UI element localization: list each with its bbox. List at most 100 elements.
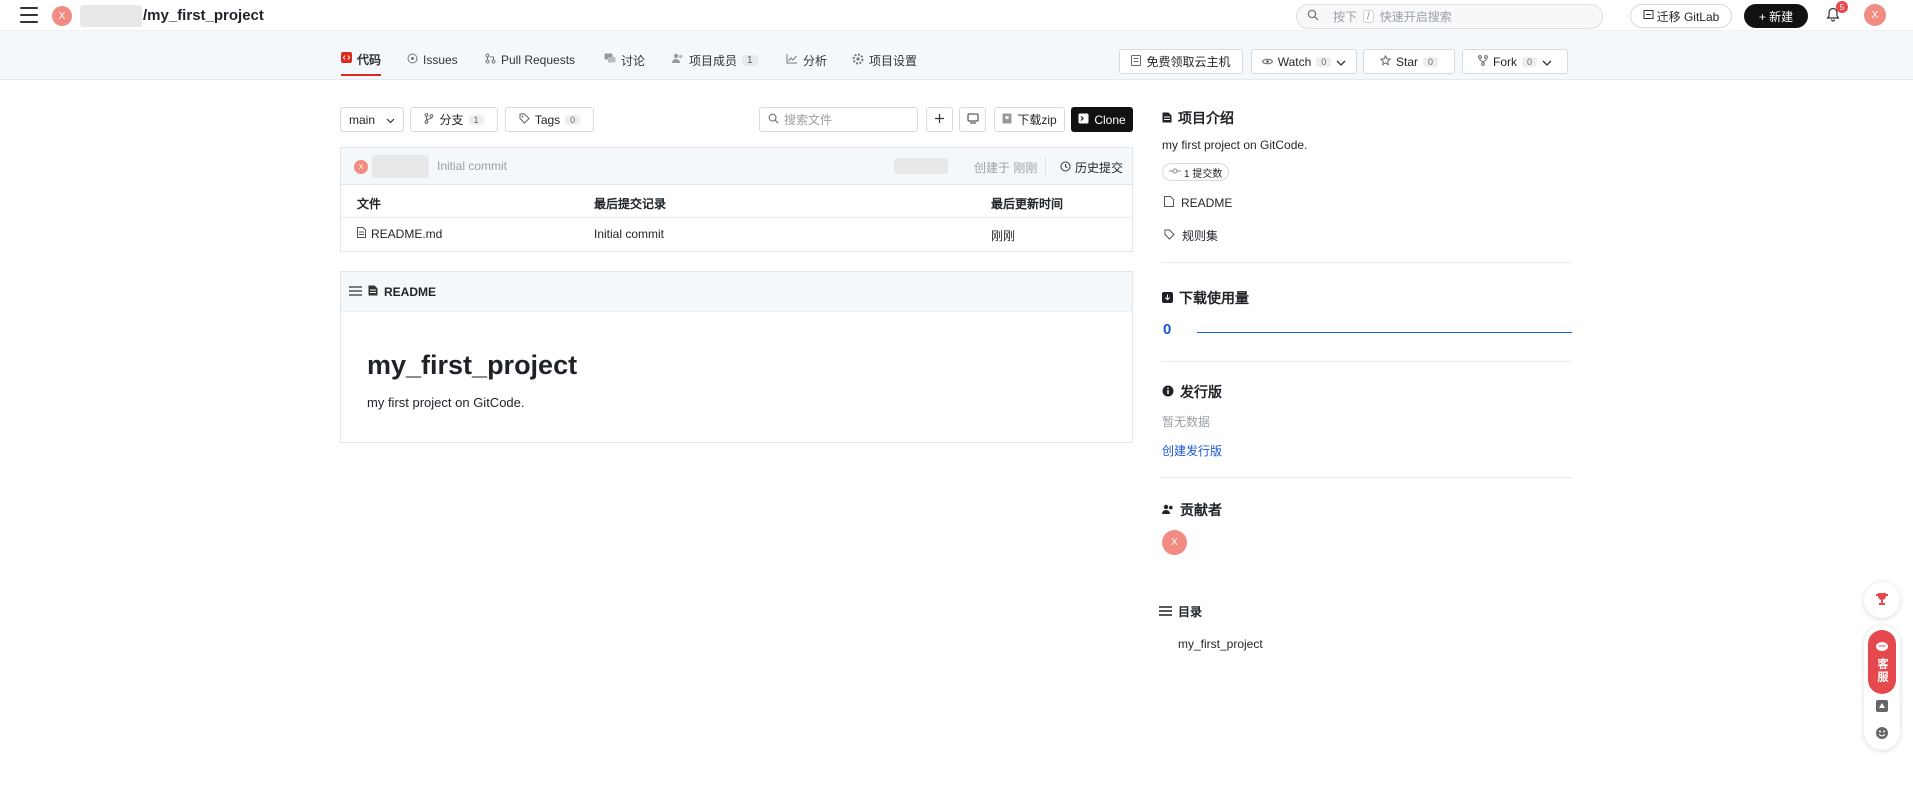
tags-count: 0 — [565, 114, 581, 125]
tab-label: 分析 — [803, 53, 828, 68]
chevron-down-icon[interactable] — [1336, 55, 1346, 69]
project-name[interactable]: /my_first_project — [143, 7, 264, 24]
cloud-label: 免费领取云主机 — [1146, 55, 1231, 69]
global-search[interactable]: 按下 / 快速开启搜索 — [1296, 4, 1603, 29]
latest-commit-bar: X Initial commit 创建于 刚刚 历史提交 — [340, 147, 1133, 185]
intro-title-text: 项目介绍 — [1178, 110, 1234, 126]
watch-label: Watch — [1277, 54, 1312, 69]
commit-icon — [1169, 167, 1181, 178]
committer-avatar[interactable]: X — [354, 160, 368, 174]
new-button[interactable]: + 新建 — [1744, 4, 1808, 28]
readme-link[interactable]: README — [1164, 196, 1232, 210]
toc-item[interactable]: my_first_project — [1178, 637, 1263, 651]
file-commit-message[interactable]: Initial commit — [594, 227, 664, 241]
chart-icon — [786, 53, 798, 67]
star-button[interactable]: Star 0 — [1363, 49, 1455, 74]
trophy-widget[interactable] — [1864, 582, 1900, 618]
create-release-link[interactable]: 创建发行版 — [1162, 442, 1222, 459]
branch-icon — [424, 112, 434, 127]
tab-label: 项目设置 — [869, 53, 918, 68]
watch-count: 0 — [1316, 56, 1332, 67]
file-table: 文件 最后提交记录 最后更新时间 README.md Initial commi… — [340, 185, 1133, 252]
project-description: my first project on GitCode. — [1162, 138, 1308, 152]
top-bar: X /my_first_project 按下 / 快速开启搜索 迁移 GitLa… — [0, 0, 1913, 31]
list-toc-icon[interactable] — [349, 285, 362, 299]
readme-header-label: README — [384, 284, 437, 299]
search-files-placeholder: 搜索文件 — [784, 113, 833, 127]
project-intro-title: 项目介绍 — [1162, 108, 1234, 128]
contributor-avatar[interactable]: X — [1162, 530, 1187, 555]
clone-button[interactable]: Clone — [1071, 107, 1133, 132]
tab-members[interactable]: 项目成员 1 — [672, 44, 758, 76]
clone-label: Clone — [1094, 112, 1126, 127]
notifications-count: 5 — [1836, 1, 1848, 13]
user-avatar[interactable]: X — [52, 6, 72, 26]
tab-label: Issues — [423, 53, 458, 67]
ide-button[interactable] — [959, 107, 986, 132]
tags-button[interactable]: Tags 0 — [505, 107, 594, 132]
search-files-input[interactable]: 搜索文件 — [759, 107, 918, 132]
tab-settings[interactable]: 项目设置 — [852, 44, 917, 76]
menu-icon[interactable] — [20, 7, 38, 23]
star-icon — [1379, 54, 1392, 69]
downloads-sparkline — [1197, 332, 1572, 333]
commit-message[interactable]: Initial commit — [437, 159, 507, 173]
tab-code[interactable]: 代码 — [341, 44, 382, 76]
notifications-bell-icon[interactable]: 5 — [1826, 1, 1848, 23]
download-zip-button[interactable]: 下载zip — [994, 107, 1065, 132]
commits-count-badge[interactable]: 1 提交数 — [1162, 163, 1230, 181]
download-icon — [1162, 290, 1173, 306]
tab-issues[interactable]: Issues — [407, 44, 458, 76]
search-prefix: 按下 — [1333, 10, 1358, 24]
customer-service-button[interactable]: 客服 — [1868, 630, 1896, 694]
tab-pull-requests[interactable]: Pull Requests — [485, 44, 575, 76]
fork-count: 0 — [1521, 56, 1537, 67]
chevron-down-icon[interactable] — [1542, 55, 1552, 69]
gear-icon — [852, 53, 864, 68]
toc-title: 目录 — [1159, 603, 1202, 620]
toc-title-text: 目录 — [1178, 605, 1203, 619]
commits-badge-text: 1 提交数 — [1184, 168, 1223, 180]
monitor-icon — [967, 113, 979, 127]
tag-icon — [1164, 229, 1175, 243]
branches-button[interactable]: 分支 1 — [410, 107, 498, 132]
smile-icon[interactable] — [1875, 726, 1889, 740]
divider — [1161, 361, 1572, 362]
committer-name-redacted[interactable] — [372, 155, 429, 178]
rules-link[interactable]: 规则集 — [1164, 227, 1218, 244]
file-icon — [357, 227, 366, 241]
file-link[interactable]: README.md — [357, 227, 442, 241]
search-placeholder: 快速开启搜索 — [1379, 10, 1452, 24]
contributors-title-text: 贡献者 — [1180, 502, 1222, 518]
fork-button[interactable]: Fork 0 — [1462, 49, 1568, 74]
releases-title-text: 发行版 — [1180, 384, 1222, 400]
plus-icon — [934, 113, 945, 127]
divider — [1161, 262, 1572, 263]
rules-link-text: 规则集 — [1182, 229, 1219, 243]
history-label: 历史提交 — [1075, 161, 1124, 175]
branch-select[interactable]: main — [340, 107, 404, 132]
chevron-down-icon — [386, 113, 395, 127]
feedback-icon[interactable] — [1875, 699, 1889, 713]
downloads-value: 0 — [1163, 321, 1172, 338]
commit-hash-redacted[interactable] — [894, 158, 948, 174]
trophy-icon — [1875, 592, 1889, 609]
tab-analytics[interactable]: 分析 — [786, 44, 827, 76]
migrate-gitlab-button[interactable]: 迁移 GitLab — [1630, 4, 1732, 28]
owner-name-redacted[interactable] — [80, 5, 142, 27]
customer-service-label: 客服 — [1876, 657, 1888, 684]
watch-button[interactable]: Watch 0 — [1251, 49, 1357, 74]
profile-avatar[interactable]: X — [1864, 4, 1886, 26]
tab-label: 代码 — [357, 52, 382, 67]
add-file-button[interactable] — [926, 107, 953, 132]
tab-discussions[interactable]: 讨论 — [604, 44, 645, 76]
clock-icon — [1060, 161, 1071, 175]
commit-history-link[interactable]: 历史提交 — [1060, 159, 1123, 176]
download-label: 下载zip — [1017, 113, 1057, 127]
readme-title: my_first_project — [367, 350, 578, 380]
column-header-last-commit: 最后提交记录 — [594, 197, 667, 211]
free-cloud-host-button[interactable]: 免费领取云主机 — [1119, 49, 1243, 74]
downloads-title-text: 下载使用量 — [1179, 290, 1249, 306]
tag-icon — [519, 113, 530, 127]
table-row[interactable]: README.md Initial commit 刚刚 — [341, 218, 1132, 251]
